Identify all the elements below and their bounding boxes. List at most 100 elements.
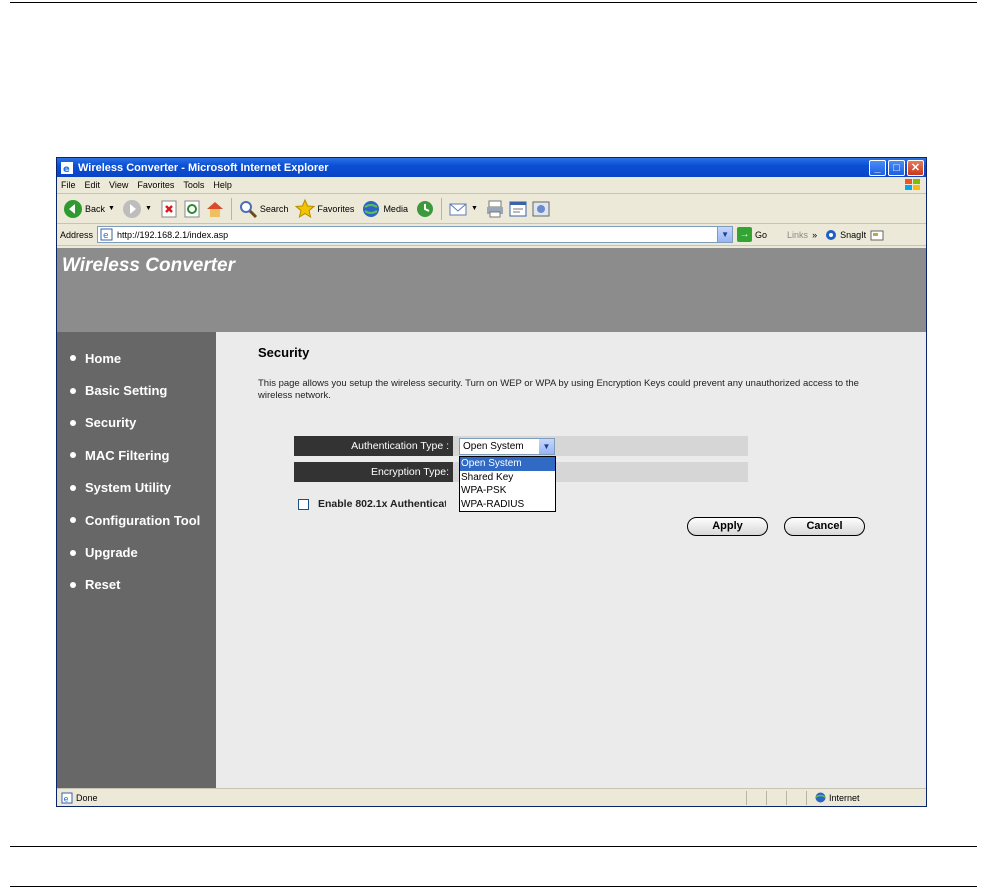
print-icon[interactable]: [485, 199, 505, 219]
status-cell: [786, 790, 806, 805]
address-dropdown-icon[interactable]: ▼: [717, 227, 733, 242]
option-wpa-psk[interactable]: WPA-PSK: [460, 484, 555, 498]
back-dropdown-icon[interactable]: ▼: [108, 205, 115, 212]
auth-type-dropdown-list: Open System Shared Key WPA-PSK WPA-RADIU…: [459, 456, 556, 512]
nav-label: MAC Filtering: [85, 447, 170, 463]
zone-label: Internet: [829, 792, 860, 803]
nav-label: Upgrade: [85, 545, 138, 561]
messenger-icon[interactable]: [531, 199, 551, 219]
forward-arrow-icon: [122, 199, 141, 218]
bottom-rule: [10, 886, 977, 887]
option-wpa-radius[interactable]: WPA-RADIUS: [460, 498, 555, 512]
bullet-icon: [70, 484, 76, 491]
search-icon: [239, 200, 257, 218]
encryption-type-label: Encryption Type:: [294, 462, 453, 482]
sidebar-item-basic-setting[interactable]: Basic Setting: [57, 374, 216, 406]
title-bar: e Wireless Converter - Microsoft Interne…: [57, 158, 926, 177]
go-button[interactable]: → Go: [737, 227, 767, 242]
home-icon[interactable]: [205, 199, 225, 219]
status-cell: [766, 790, 786, 805]
sidebar-item-home[interactable]: Home: [57, 342, 216, 374]
status-bar: e Done Internet: [57, 788, 926, 806]
forward-button[interactable]: ▼: [122, 199, 152, 219]
page-icon: e: [100, 228, 113, 241]
mail-dropdown-icon[interactable]: ▼: [471, 205, 478, 212]
address-input[interactable]: e http://192.168.2.1/index.asp ▼: [97, 226, 734, 243]
internet-globe-icon: [815, 792, 826, 803]
option-open-system[interactable]: Open System: [460, 457, 555, 471]
close-button[interactable]: ✕: [907, 159, 924, 176]
address-url: http://192.168.2.1/index.asp: [117, 229, 229, 240]
menu-tools[interactable]: Tools: [183, 180, 204, 190]
forward-dropdown-icon[interactable]: ▼: [145, 205, 152, 212]
favorites-button[interactable]: Favorites: [295, 198, 354, 219]
nav-label: Configuration Tool: [85, 512, 201, 528]
nav-label: System Utility: [85, 480, 171, 496]
apply-button[interactable]: Apply: [687, 517, 768, 536]
web-content: Wireless Converter Home Basic Setting Se…: [57, 248, 926, 788]
history-icon[interactable]: [415, 199, 435, 219]
bullet-icon: [70, 517, 76, 524]
snagit-icon: [826, 229, 837, 240]
mail-button[interactable]: ▼: [448, 199, 478, 219]
standard-toolbar: Back ▼ ▼ Search Favorites Media ▼: [57, 194, 926, 224]
snagit-button[interactable]: SnagIt: [825, 229, 866, 241]
status-text: Done: [76, 792, 98, 803]
bullet-icon: [70, 419, 76, 426]
status-cell: [746, 790, 766, 805]
snagit-label: SnagIt: [840, 229, 867, 240]
window-title: Wireless Converter - Microsoft Internet …: [78, 161, 329, 174]
sidebar-item-mac-filtering[interactable]: MAC Filtering: [57, 439, 216, 471]
snagit-capture-icon[interactable]: [870, 229, 884, 241]
search-label: Search: [259, 203, 289, 214]
banner-title: Wireless Converter: [62, 255, 236, 276]
window-controls: _ □ ✕: [869, 159, 924, 176]
minimize-button[interactable]: _: [869, 159, 886, 176]
auth-type-select[interactable]: Open System ▼: [459, 438, 555, 455]
menu-file[interactable]: File: [61, 180, 76, 190]
links-chevron-icon[interactable]: »: [812, 230, 817, 240]
nav-label: Basic Setting: [85, 383, 168, 399]
toolbar-separator: [230, 197, 232, 220]
security-zone: Internet: [806, 790, 926, 805]
menu-help[interactable]: Help: [213, 180, 232, 190]
status-left: e Done: [61, 792, 746, 804]
mail-icon: [449, 203, 467, 215]
refresh-icon[interactable]: [182, 199, 202, 219]
page-description: This page allows you setup the wireless …: [258, 378, 859, 401]
nav-label: Security: [85, 415, 137, 431]
sidebar-item-system-utility[interactable]: System Utility: [57, 472, 216, 504]
enable-8021x-checkbox[interactable]: [298, 498, 309, 510]
sidebar-item-configuration-tool[interactable]: Configuration Tool: [57, 504, 216, 536]
links-label[interactable]: Links: [787, 230, 808, 240]
ie-page-icon: e: [61, 161, 73, 175]
sidebar-item-reset[interactable]: Reset: [57, 569, 216, 601]
menu-edit[interactable]: Edit: [85, 180, 101, 190]
top-rule: [10, 2, 977, 3]
bullet-icon: [70, 355, 76, 362]
cancel-button[interactable]: Cancel: [784, 517, 865, 536]
menu-view[interactable]: View: [109, 180, 128, 190]
go-label: Go: [755, 229, 768, 240]
chevron-down-icon[interactable]: ▼: [539, 439, 554, 454]
sidebar-item-security[interactable]: Security: [57, 407, 216, 439]
back-label: Back: [85, 203, 106, 214]
search-button[interactable]: Search: [238, 199, 289, 219]
address-bar: Address e http://192.168.2.1/index.asp ▼…: [57, 224, 926, 246]
menu-favorites[interactable]: Favorites: [137, 180, 174, 190]
svg-text:e: e: [64, 794, 69, 803]
windows-logo-icon: [905, 179, 920, 190]
edit-icon[interactable]: [508, 199, 528, 219]
auth-type-row: Authentication Type : Open System ▼: [294, 436, 748, 456]
bullet-icon: [70, 549, 76, 556]
maximize-button[interactable]: □: [888, 159, 905, 176]
stop-icon[interactable]: [159, 199, 179, 219]
page-title: Security: [258, 345, 310, 360]
media-button[interactable]: Media: [361, 199, 408, 219]
sidebar-item-upgrade[interactable]: Upgrade: [57, 536, 216, 568]
option-shared-key[interactable]: Shared Key: [460, 471, 555, 485]
back-button[interactable]: Back ▼: [63, 199, 115, 219]
address-label: Address: [60, 229, 94, 240]
nav-label: Reset: [85, 577, 121, 593]
svg-text:e: e: [63, 164, 70, 175]
